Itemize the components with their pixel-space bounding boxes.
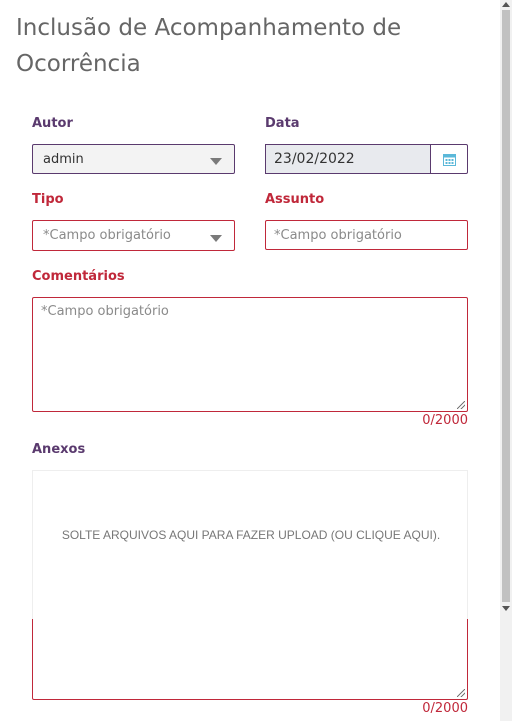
tipo-placeholder: *Campo obrigatório: [43, 228, 171, 243]
upload-dropzone[interactable]: SOLTE ARQUIVOS AQUI PARA FAZER UPLOAD (O…: [32, 470, 468, 619]
anexos-label: Anexos: [32, 442, 86, 457]
tipo-select[interactable]: *Campo obrigatório: [32, 220, 235, 251]
anexos-textarea[interactable]: [32, 619, 468, 700]
vertical-scrollbar[interactable]: [500, 0, 512, 721]
assunto-placeholder: *Campo obrigatório: [274, 228, 402, 243]
data-value: 23/02/2022: [274, 151, 355, 167]
comentarios-placeholder: *Campo obrigatório: [41, 304, 169, 319]
autor-select-value: admin: [43, 152, 84, 167]
comentarios-counter: 0/2000: [422, 413, 468, 428]
tipo-label: Tipo: [32, 192, 64, 207]
dropzone-text: SOLTE ARQUIVOS AQUI PARA FAZER UPLOAD (O…: [61, 528, 441, 542]
calendar-icon: [443, 154, 456, 166]
autor-label: Autor: [32, 116, 73, 131]
chevron-down-icon: [210, 158, 222, 165]
scroll-down-arrow-icon[interactable]: [502, 606, 510, 611]
scrollbar-thumb[interactable]: [502, 10, 510, 602]
assunto-label: Assunto: [265, 192, 325, 207]
resize-handle[interactable]: [457, 401, 465, 409]
chevron-down-icon: [210, 235, 222, 242]
page-title: Inclusão de Acompanhamento de Ocorrência: [16, 15, 402, 77]
anexos-counter: 0/2000: [422, 701, 468, 716]
calendar-button[interactable]: [430, 144, 468, 174]
comentarios-textarea[interactable]: *Campo obrigatório: [32, 297, 468, 412]
assunto-input[interactable]: *Campo obrigatório: [265, 220, 468, 250]
data-field: 23/02/2022: [265, 144, 431, 174]
data-label: Data: [265, 116, 300, 131]
page: Inclusão de Acompanhamento de Ocorrência…: [0, 0, 500, 721]
resize-handle[interactable]: [457, 689, 465, 697]
scroll-up-arrow-icon[interactable]: [502, 2, 510, 7]
comentarios-label: Comentários: [32, 269, 125, 284]
autor-select[interactable]: admin: [32, 144, 235, 174]
